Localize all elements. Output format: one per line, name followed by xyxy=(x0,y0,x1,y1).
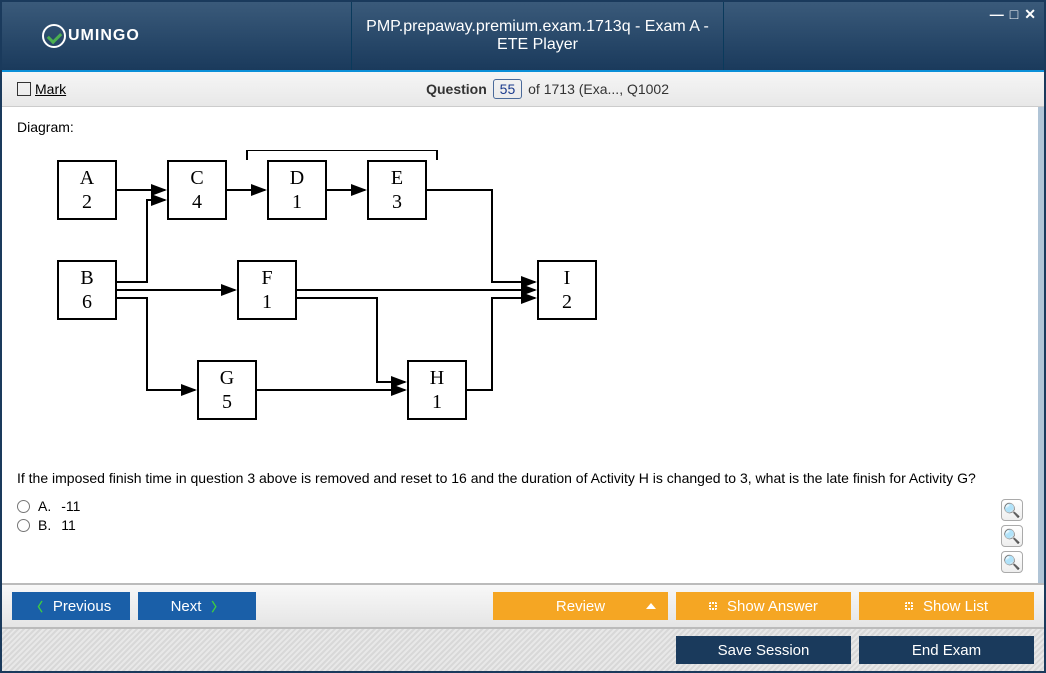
diagram: A2 C4 D1 E3 B6 F1 G5 H1 I2 xyxy=(37,150,1003,440)
node-f: F1 xyxy=(237,260,297,320)
mark-label[interactable]: Mark xyxy=(35,81,66,97)
window-title: PMP.prepaway.premium.exam.1713q - Exam A… xyxy=(362,18,713,54)
question-prefix: Question xyxy=(426,81,487,97)
node-g: G5 xyxy=(197,360,257,420)
minimize-icon[interactable]: — xyxy=(990,6,1004,23)
option-radio[interactable] xyxy=(17,500,30,513)
logo-check-icon xyxy=(42,24,66,48)
maximize-icon[interactable]: □ xyxy=(1010,6,1018,23)
option-b[interactable]: B.11 xyxy=(17,517,1023,533)
node-b: B6 xyxy=(57,260,117,320)
end-exam-button[interactable]: End Exam xyxy=(859,636,1034,664)
node-c: C4 xyxy=(167,160,227,220)
node-i: I2 xyxy=(537,260,597,320)
mark-checkbox[interactable] xyxy=(17,82,31,96)
answer-icon xyxy=(709,602,717,610)
option-a[interactable]: A.-11 xyxy=(17,498,1023,514)
option-radio[interactable] xyxy=(17,519,30,532)
next-button[interactable]: Next〉 xyxy=(138,592,256,620)
diagram-label: Diagram: xyxy=(17,119,1023,135)
show-list-button[interactable]: Show List xyxy=(859,592,1034,620)
zoom-out-icon[interactable]: 🔍 xyxy=(1001,551,1023,573)
app-logo: UMINGO xyxy=(2,2,352,70)
zoom-in-icon[interactable]: 🔍 xyxy=(1001,525,1023,547)
question-total: of 1713 (Exa..., Q1002 xyxy=(528,81,669,97)
save-session-button[interactable]: Save Session xyxy=(676,636,851,664)
close-icon[interactable]: ✕ xyxy=(1024,6,1036,23)
content-area: Diagram: xyxy=(2,107,1044,583)
titlebar: UMINGO PMP.prepaway.premium.exam.1713q -… xyxy=(2,2,1044,72)
question-bar: Mark Question 55 of 1713 (Exa..., Q1002 xyxy=(2,72,1044,107)
list-icon xyxy=(905,602,913,610)
node-h: H1 xyxy=(407,360,467,420)
question-number[interactable]: 55 xyxy=(493,79,523,99)
question-text: If the imposed finish time in question 3… xyxy=(17,470,1023,486)
nav-toolbar: 〈Previous Next〉 Review Show Answer Show … xyxy=(2,583,1044,627)
review-button[interactable]: Review xyxy=(493,592,668,620)
zoom-reset-icon[interactable]: 🔍 xyxy=(1001,499,1023,521)
show-answer-button[interactable]: Show Answer xyxy=(676,592,851,620)
logo-text: UMINGO xyxy=(68,27,140,45)
previous-button[interactable]: 〈Previous xyxy=(12,592,130,620)
session-toolbar: Save Session End Exam xyxy=(2,627,1044,671)
node-d: D1 xyxy=(267,160,327,220)
node-e: E3 xyxy=(367,160,427,220)
node-a: A2 xyxy=(57,160,117,220)
